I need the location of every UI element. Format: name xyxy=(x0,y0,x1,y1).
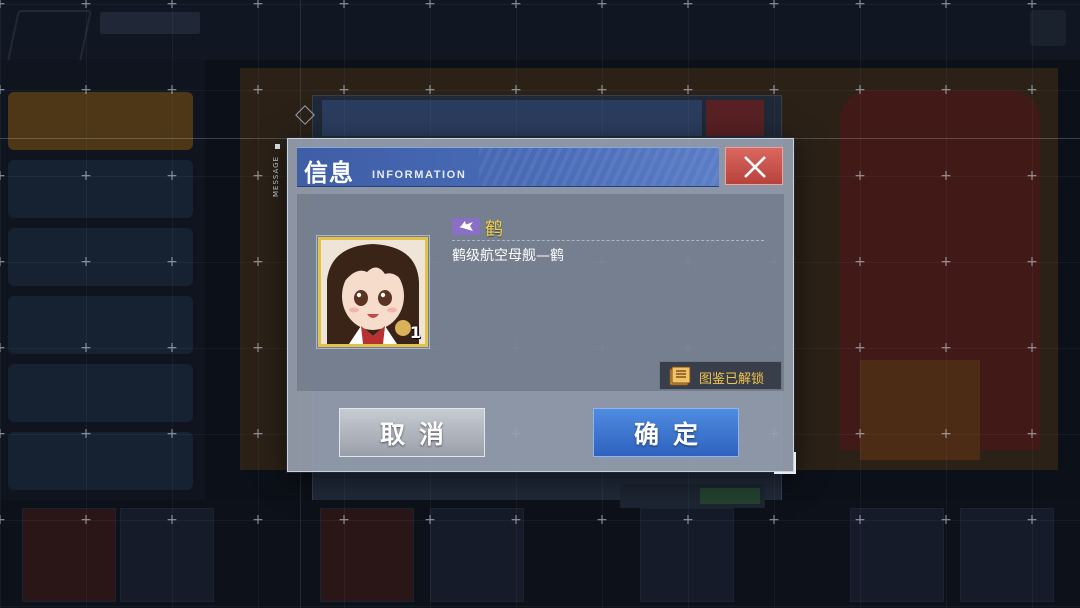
plus-marker: + xyxy=(854,426,866,442)
ship-count: 1 xyxy=(409,323,421,342)
close-button[interactable] xyxy=(725,147,783,185)
plus-marker: + xyxy=(596,512,608,528)
plus-marker: + xyxy=(510,512,522,528)
carrier-plane-icon xyxy=(459,221,473,231)
message-side-label: MESSAGE xyxy=(272,156,280,198)
plus-marker: + xyxy=(0,83,7,97)
plus-marker: + xyxy=(166,512,178,528)
plus-marker: + xyxy=(80,82,92,98)
plus-marker: + xyxy=(252,254,264,270)
plus-marker: + xyxy=(424,0,436,12)
plus-marker: + xyxy=(940,426,952,442)
plus-marker: + xyxy=(1026,168,1038,184)
plus-marker: + xyxy=(0,255,7,269)
plus-marker: + xyxy=(80,512,92,528)
plus-marker: + xyxy=(682,82,694,98)
plus-marker: + xyxy=(682,512,694,528)
plus-marker: + xyxy=(768,82,780,98)
confirm-button[interactable]: 确定 xyxy=(593,408,739,457)
plus-marker: + xyxy=(252,340,264,356)
plus-marker: + xyxy=(0,0,7,11)
plus-marker: + xyxy=(80,0,92,12)
plus-marker: + xyxy=(166,0,178,12)
plus-marker: + xyxy=(1026,340,1038,356)
plus-marker: + xyxy=(424,512,436,528)
plus-marker: + xyxy=(252,82,264,98)
plus-marker: + xyxy=(510,0,522,12)
plus-marker: + xyxy=(940,340,952,356)
plus-marker: + xyxy=(854,0,866,12)
plus-marker: + xyxy=(1026,82,1038,98)
plus-marker: + xyxy=(854,82,866,98)
plus-marker: + xyxy=(166,426,178,442)
cancel-button[interactable]: 取消 xyxy=(339,408,485,457)
plus-marker: + xyxy=(338,512,350,528)
plus-marker: + xyxy=(252,0,264,12)
plus-marker: + xyxy=(510,82,522,98)
plus-marker: + xyxy=(854,254,866,270)
plus-marker: + xyxy=(252,426,264,442)
book-icon xyxy=(669,366,691,386)
collection-unlocked-badge: 图鉴已解锁 xyxy=(659,361,782,390)
plus-marker: + xyxy=(80,254,92,270)
plus-marker: + xyxy=(1026,0,1038,12)
close-x-icon xyxy=(744,156,766,178)
plus-marker: + xyxy=(252,512,264,528)
plus-marker: + xyxy=(854,512,866,528)
plus-marker: + xyxy=(1026,512,1038,528)
ship-avatar[interactable]: 1 xyxy=(318,237,428,347)
plus-marker: + xyxy=(1026,426,1038,442)
plus-marker: + xyxy=(940,168,952,184)
plus-marker: + xyxy=(596,82,608,98)
plus-marker: + xyxy=(80,168,92,184)
unlock-label: 图鉴已解锁 xyxy=(699,372,765,387)
plus-marker: + xyxy=(338,82,350,98)
plus-marker: + xyxy=(80,426,92,442)
ship-portrait: 1 xyxy=(321,240,425,344)
plus-marker: + xyxy=(0,513,7,527)
plus-marker: + xyxy=(940,82,952,98)
plus-marker: + xyxy=(338,0,350,12)
plus-marker: + xyxy=(768,0,780,12)
ship-description: 鹤级航空母舰—鹤 xyxy=(452,248,564,264)
divider xyxy=(452,240,764,241)
dialog-subtitle: INFORMATION xyxy=(372,169,467,181)
plus-marker: + xyxy=(1026,254,1038,270)
corner-marker xyxy=(774,452,796,474)
ship-type-badge xyxy=(452,218,480,235)
plus-marker: + xyxy=(596,0,608,12)
plus-marker: + xyxy=(0,169,7,183)
plus-marker: + xyxy=(854,168,866,184)
plus-marker: + xyxy=(424,82,436,98)
plus-marker: + xyxy=(166,168,178,184)
plus-marker: + xyxy=(80,340,92,356)
plus-marker: + xyxy=(940,0,952,12)
plus-marker: + xyxy=(854,340,866,356)
plus-marker: + xyxy=(166,254,178,270)
plus-marker: + xyxy=(252,168,264,184)
dialog-title: 信息 xyxy=(304,158,354,187)
ship-name: 鹤 xyxy=(485,219,503,240)
info-dialog: 信息 INFORMATION 1 鹤 鹤级航空母舰—鹤 图鉴已解锁 取消 确定 xyxy=(287,138,794,472)
plus-marker: + xyxy=(768,512,780,528)
plus-marker: + xyxy=(940,254,952,270)
plus-marker: + xyxy=(0,341,7,355)
dialog-header: 信息 INFORMATION xyxy=(297,147,719,187)
plus-marker: + xyxy=(0,427,7,441)
plus-marker: + xyxy=(682,0,694,12)
plus-marker: + xyxy=(940,512,952,528)
plus-marker: + xyxy=(166,82,178,98)
plus-marker: + xyxy=(166,340,178,356)
